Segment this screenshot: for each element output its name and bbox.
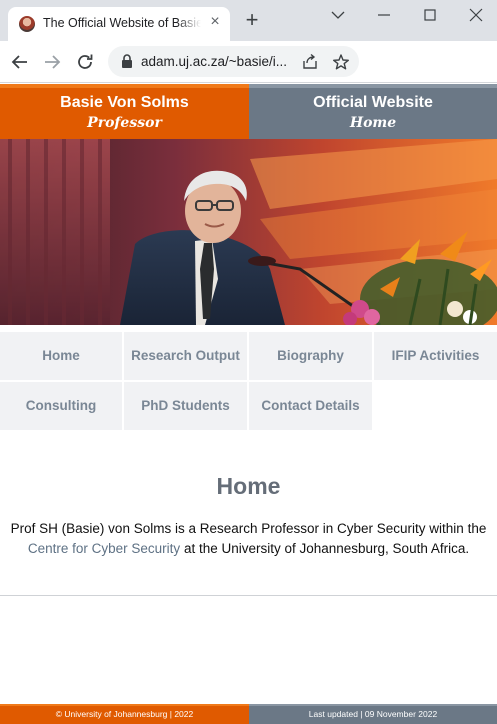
intro-text-start: Prof SH (Basie) von Solms is a Research … <box>10 521 487 536</box>
menu-item-contact-details[interactable]: Contact Details <box>249 382 372 430</box>
menu-item-research-output[interactable]: Research Output <box>124 332 247 380</box>
browser-toolbar: adam.uj.ac.za/~basie/i... <box>0 41 497 83</box>
web-page: Basie Von Solms Professor Official Websi… <box>0 84 497 724</box>
forward-arrow-icon[interactable] <box>42 52 62 72</box>
header-name-block[interactable]: Basie Von Solms Professor <box>0 84 249 139</box>
main-menu: Home Research Output Biography IFIP Acti… <box>0 325 497 430</box>
minimize-icon[interactable] <box>374 5 394 25</box>
menu-item-consulting[interactable]: Consulting <box>0 382 122 430</box>
intro-paragraph: Prof SH (Basie) von Solms is a Research … <box>4 519 493 559</box>
footer-copyright: © University of Johannesburg | 2022 <box>0 704 249 724</box>
header-site-title: Official Website <box>313 94 433 111</box>
header-name: Basie Von Solms <box>60 94 189 111</box>
hero-photo <box>0 139 497 325</box>
back-arrow-icon[interactable] <box>10 52 30 72</box>
plus-icon[interactable]: + <box>243 9 261 31</box>
page-title: Home <box>216 473 281 499</box>
header-page-name: Home <box>349 115 397 131</box>
reload-icon[interactable] <box>75 52 95 72</box>
lock-icon[interactable] <box>120 54 134 69</box>
content-divider <box>0 595 497 596</box>
maximize-icon[interactable] <box>420 5 440 25</box>
close-icon[interactable]: × <box>207 14 223 30</box>
menu-item-home[interactable]: Home <box>0 332 122 380</box>
window-close-icon[interactable] <box>466 5 486 25</box>
browser-tab[interactable]: The Official Website of Basie Von Solms … <box>8 7 230 41</box>
header-role: Professor <box>87 115 162 131</box>
url-text[interactable]: adam.uj.ac.za/~basie/i... <box>141 54 301 69</box>
menu-item-ifip-activities[interactable]: IFIP Activities <box>374 332 497 380</box>
favicon-icon <box>19 16 35 32</box>
share-icon[interactable] <box>301 53 319 71</box>
chevron-down-icon[interactable] <box>328 5 348 25</box>
address-bar[interactable]: adam.uj.ac.za/~basie/i... <box>108 46 359 77</box>
intro-text-end: at the University of Johannesburg, South… <box>180 541 470 556</box>
star-icon[interactable] <box>332 53 350 71</box>
menu-item-biography[interactable]: Biography <box>249 332 372 380</box>
header-site-block[interactable]: Official Website Home <box>249 84 497 139</box>
footer-last-updated: Last updated | 09 November 2022 <box>249 704 497 724</box>
centre-for-cyber-security-link[interactable]: Centre for Cyber Security <box>28 541 180 556</box>
tab-title: The Official Website of Basie Von Solms <box>43 16 201 30</box>
menu-item-phd-students[interactable]: PhD Students <box>124 382 247 430</box>
browser-tabstrip: The Official Website of Basie Von Solms … <box>0 0 497 41</box>
site-header: Basie Von Solms Professor Official Websi… <box>0 84 497 139</box>
